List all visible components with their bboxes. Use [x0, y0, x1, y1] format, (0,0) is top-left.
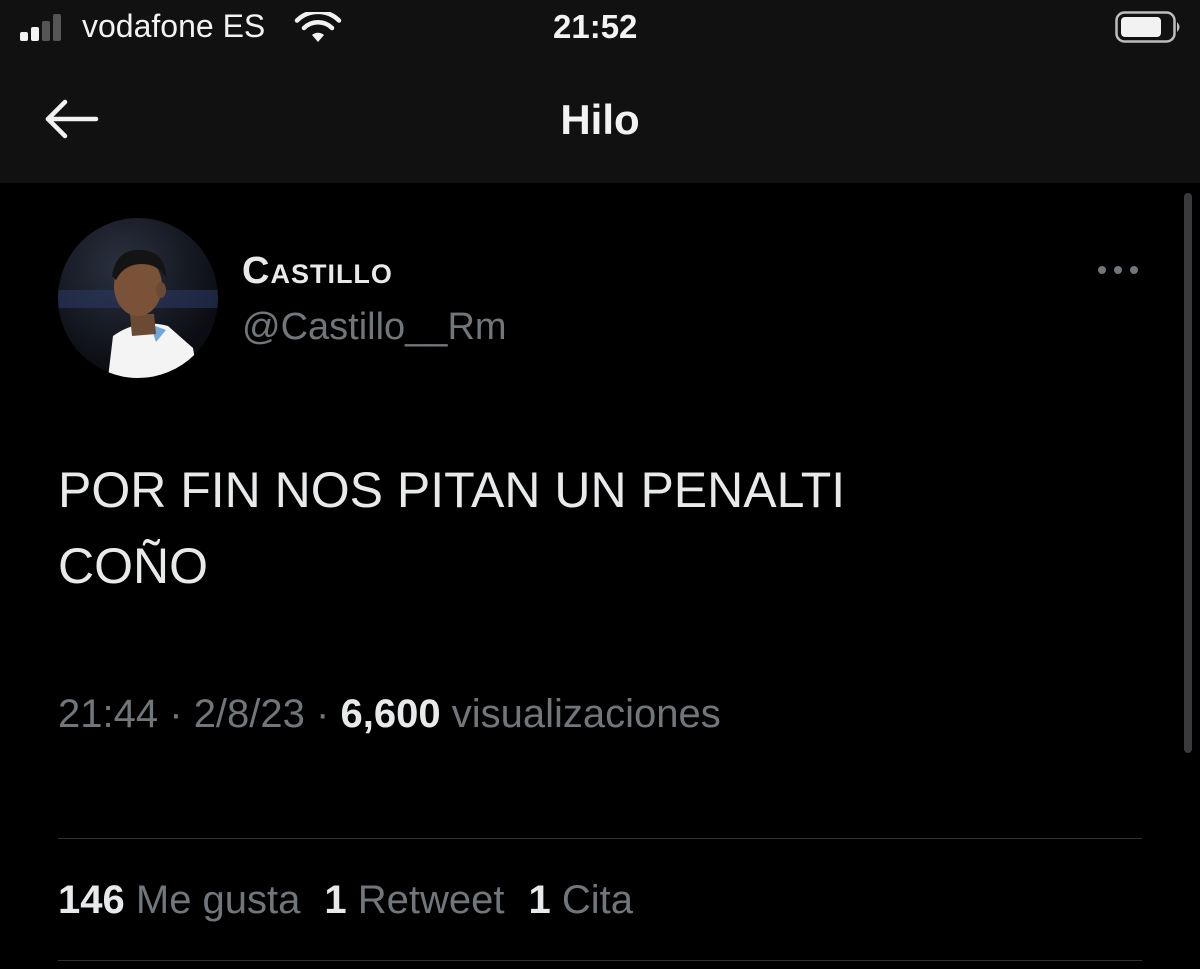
- retweets-count: 1: [324, 878, 347, 922]
- more-button[interactable]: [1094, 258, 1142, 282]
- scrollbar[interactable]: [1184, 193, 1192, 753]
- likes-count: 146: [58, 878, 125, 922]
- tweet-meta: 21:44 · 2/8/23 · 6,600 visualizaciones: [58, 692, 721, 737]
- signal-icon: [20, 11, 70, 41]
- top-bar: vodafone ES 21:52 Hilo: [0, 0, 1200, 183]
- tweet-time[interactable]: 21:44: [58, 692, 158, 736]
- retweets-stat[interactable]: 1 Retweet: [324, 878, 504, 922]
- nav-bar: Hilo: [0, 60, 1200, 183]
- display-name[interactable]: Castillo: [242, 250, 393, 293]
- views-count: 6,600: [340, 692, 441, 736]
- more-horizontal-icon: [1098, 266, 1138, 274]
- likes-label: Me gusta: [135, 878, 301, 922]
- divider: [58, 960, 1142, 961]
- page-title: Hilo: [560, 96, 640, 143]
- meta-separator: ·: [316, 692, 330, 736]
- tweet-date[interactable]: 2/8/23: [194, 692, 305, 736]
- quotes-label: Cita: [561, 878, 634, 922]
- tweet-text: POR FIN NOS PITAN UN PENALTI COÑO: [58, 462, 846, 594]
- status-bar: vodafone ES 21:52: [0, 0, 1200, 60]
- wifi-icon: [294, 12, 342, 42]
- quotes-stat[interactable]: 1 Cita: [529, 878, 634, 922]
- quotes-count: 1: [528, 878, 551, 922]
- avatar-image: [58, 249, 218, 378]
- user-handle[interactable]: @Castillo__Rm: [242, 306, 507, 349]
- likes-stat[interactable]: 146 Me gusta: [58, 878, 300, 922]
- meta-separator: ·: [169, 692, 183, 736]
- retweets-label: Retweet: [357, 878, 505, 922]
- tweet-stats: 146 Me gusta 1 Retweet 1 Cita: [58, 878, 657, 923]
- battery-icon: [1115, 11, 1180, 43]
- carrier-name: vodafone ES: [82, 8, 266, 44]
- thread-screen: vodafone ES 21:52 Hilo Castillo @Castill…: [0, 0, 1200, 969]
- divider: [58, 838, 1142, 839]
- views-label: visualizaciones: [451, 692, 721, 736]
- avatar[interactable]: [58, 218, 218, 378]
- status-time: 21:52: [553, 8, 638, 45]
